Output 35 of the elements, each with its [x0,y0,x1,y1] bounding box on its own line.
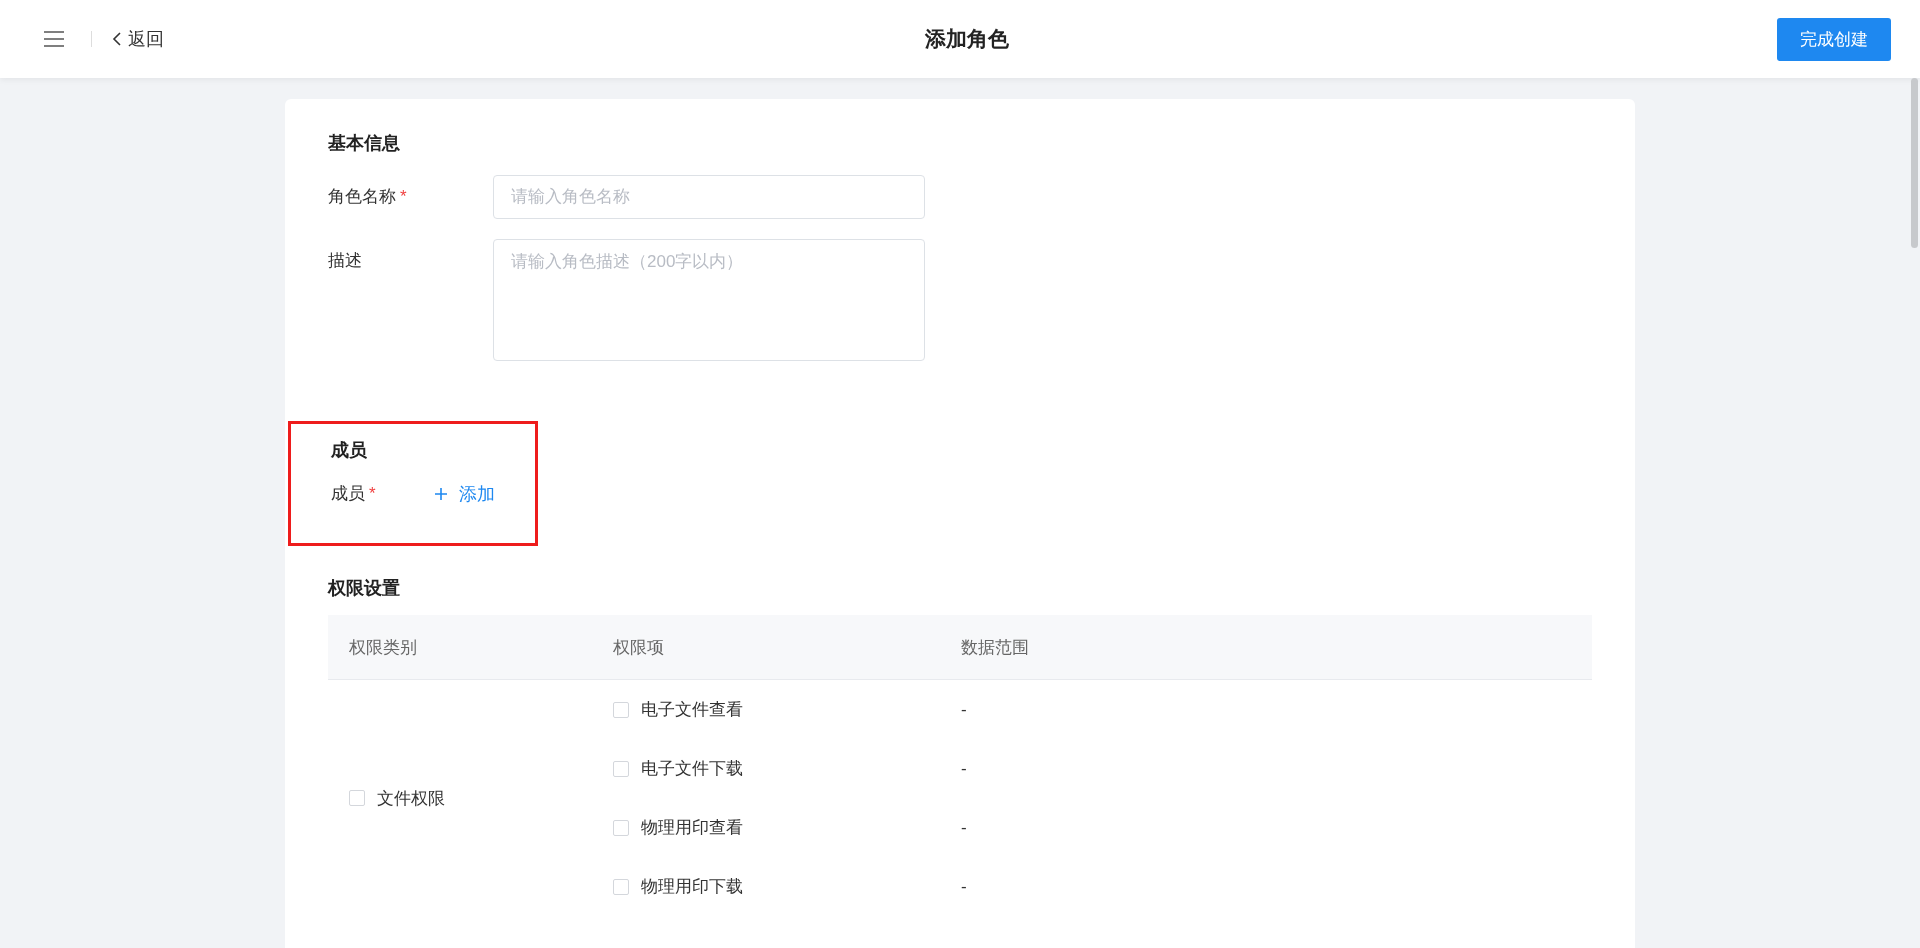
add-member-button[interactable]: 添加 [434,472,495,516]
permission-label: 物理用印查看 [641,818,743,837]
page-title: 添加角色 [925,26,1009,52]
textarea-field[interactable]: 请输入角色描述（200字以内） [493,239,925,361]
submit-button[interactable]: 完成创建 [1777,17,1891,61]
scope-text: - [961,876,967,896]
column-header: 数据范围 [940,615,1592,680]
field-label: 成员 [331,484,365,503]
column-header: 权限项 [592,615,940,680]
checkbox[interactable] [613,701,629,718]
checkbox[interactable] [613,760,629,777]
back-button[interactable]: 返回 [112,27,164,51]
input-field[interactable]: 请输入角色名称 [493,175,925,219]
scope-text: - [961,817,967,837]
permission-label: 电子文件查看 [641,700,743,719]
section-title: 权限设置 [328,577,401,600]
checkbox[interactable] [349,790,365,806]
permission-label: 物理用印下载 [641,877,743,896]
category-label: 文件权限 [377,788,445,808]
chevron-left-icon [112,32,122,46]
permission-label: 电子文件下载 [641,759,743,778]
required-mark: * [369,484,376,503]
checkbox[interactable] [613,878,629,895]
scope-text: - [961,699,967,719]
checkbox[interactable] [613,819,629,836]
section-title: 成员 [331,439,368,462]
menu-icon[interactable] [43,31,65,47]
required-mark: * [400,187,407,206]
field-label: 描述 [328,251,362,270]
section-title: 基本信息 [328,132,401,155]
scope-text: - [961,758,967,778]
scrollbar-thumb[interactable] [1911,78,1918,248]
column-header: 权限类别 [328,615,592,680]
plus-icon [434,487,448,501]
field-label: 角色名称 [328,187,396,206]
